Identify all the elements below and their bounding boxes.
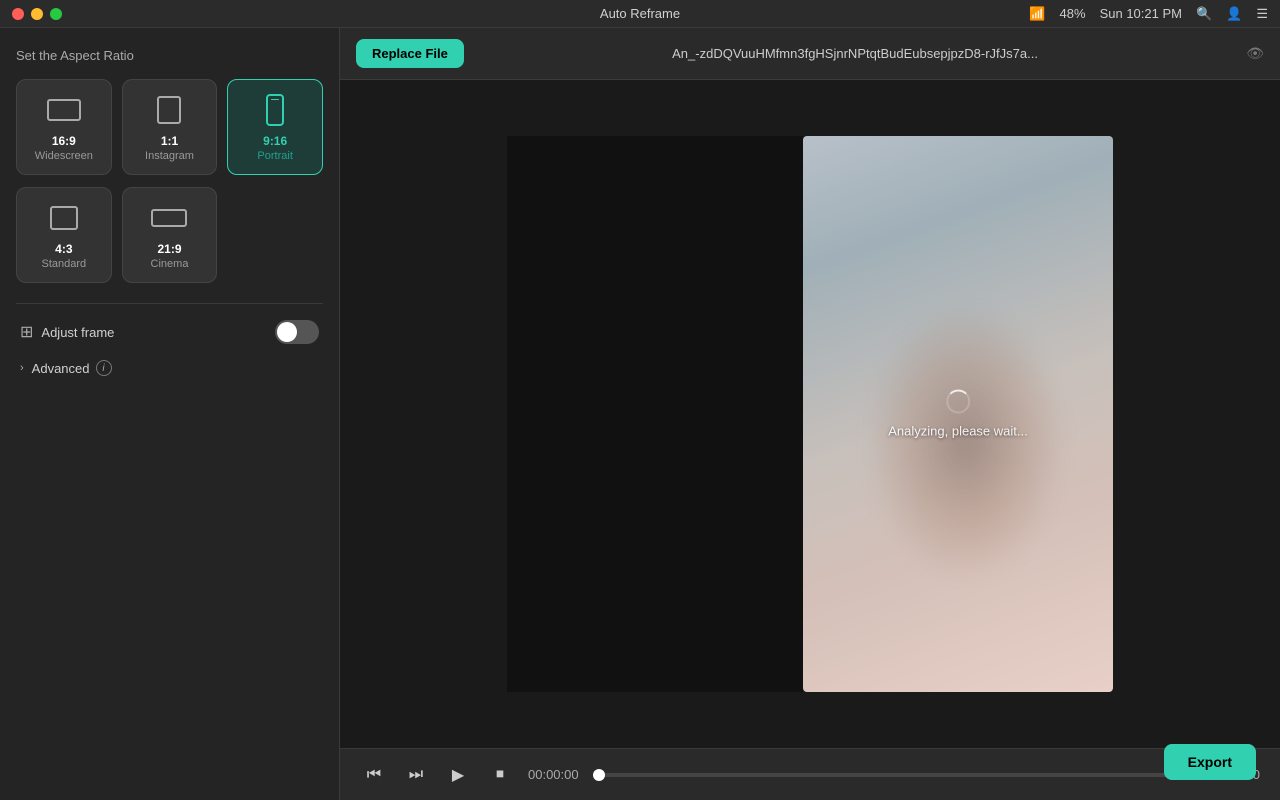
- ar-label-cinema: Cinema: [151, 258, 189, 270]
- title-bar: Auto Reframe 📶 48% Sun 10:21 PM 🔍 👤 ☰: [0, 0, 1280, 28]
- aspect-ratio-grid-row2: 4:3 Standard 21:9 Cinema: [16, 187, 323, 283]
- ar-card-cinema[interactable]: 21:9 Cinema: [122, 187, 218, 283]
- sidebar-divider: [16, 303, 323, 304]
- loading-spinner: [946, 390, 970, 414]
- export-area: Export: [1164, 744, 1256, 780]
- cinema-icon: [151, 209, 187, 227]
- step-forward-button[interactable]: ⏭: [402, 761, 430, 789]
- replace-file-button[interactable]: Replace File: [356, 39, 464, 68]
- ar-ratio-cinema: 21:9: [157, 242, 181, 256]
- ar-card-standard[interactable]: 4:3 Standard: [16, 187, 112, 283]
- adjust-frame-label: Adjust frame: [41, 325, 275, 340]
- analyzing-container: Analyzing, please wait...: [888, 390, 1027, 439]
- ar-label-widescreen: Widescreen: [35, 150, 93, 162]
- adjust-frame-row: ⊞ Adjust frame: [16, 320, 323, 344]
- info-icon[interactable]: i: [96, 360, 112, 376]
- playback-bar: ⏮ ⏭ ▶ ⏹ 00:00:00 00:00:00: [340, 748, 1280, 800]
- sidebar: Set the Aspect Ratio 16:9 Widescreen 1:1…: [0, 28, 340, 800]
- battery-text: 48%: [1060, 6, 1086, 21]
- ar-card-widescreen[interactable]: 16:9 Widescreen: [16, 79, 112, 175]
- filename-display: An_-zdDQVuuHMfmn3fgHSjnrNPtqtBudEubsepjp…: [476, 46, 1234, 61]
- portrait-icon: [266, 94, 284, 126]
- ar-card-portrait[interactable]: 9:16 Portrait: [227, 79, 323, 175]
- app-title: Auto Reframe: [600, 6, 680, 21]
- play-button[interactable]: ▶: [444, 761, 472, 789]
- ar-card-instagram[interactable]: 1:1 Instagram: [122, 79, 218, 175]
- advanced-label: Advanced: [32, 361, 90, 376]
- avatar-icon: 👤: [1226, 6, 1242, 22]
- video-left-panel: [507, 136, 803, 692]
- widescreen-icon: [47, 99, 81, 121]
- ar-ratio-widescreen: 16:9: [52, 134, 76, 148]
- traffic-lights: [12, 8, 62, 20]
- ar-icon-instagram-container: [157, 92, 181, 128]
- ar-icon-portrait-container: [266, 92, 284, 128]
- ar-ratio-portrait: 9:16: [263, 134, 287, 148]
- ar-icon-cinema-container: [151, 200, 187, 236]
- ar-label-standard: Standard: [42, 258, 87, 270]
- aspect-ratio-heading: Set the Aspect Ratio: [16, 48, 323, 63]
- rewind-button[interactable]: ⏮: [360, 761, 388, 789]
- content-area: Replace File An_-zdDQVuuHMfmn3fgHSjnrNPt…: [340, 28, 1280, 800]
- ar-icon-widescreen-container: [47, 92, 81, 128]
- ar-ratio-instagram: 1:1: [161, 134, 178, 148]
- instagram-icon: [157, 96, 181, 124]
- search-icon[interactable]: 🔍: [1196, 6, 1212, 22]
- stop-button[interactable]: ⏹: [486, 761, 514, 789]
- title-bar-right: 📶 48% Sun 10:21 PM 🔍 👤 ☰: [1029, 6, 1268, 22]
- video-main-frame: Analyzing, please wait...: [803, 136, 1113, 692]
- ar-ratio-standard: 4:3: [55, 242, 72, 256]
- standard-icon: [50, 206, 78, 230]
- ar-icon-standard-container: [50, 200, 78, 236]
- minimize-button[interactable]: [31, 8, 43, 20]
- close-button[interactable]: [12, 8, 24, 20]
- content-topbar: Replace File An_-zdDQVuuHMfmn3fgHSjnrNPt…: [340, 28, 1280, 80]
- menu-icon[interactable]: ☰: [1256, 6, 1268, 22]
- figure-blur: [865, 303, 1067, 581]
- main-layout: Set the Aspect Ratio 16:9 Widescreen 1:1…: [0, 28, 1280, 800]
- current-time: 00:00:00: [528, 767, 579, 782]
- ar-label-portrait: Portrait: [257, 150, 292, 162]
- video-preview: Analyzing, please wait...: [340, 80, 1280, 748]
- advanced-row[interactable]: › Advanced i: [16, 360, 323, 376]
- chevron-right-icon: ›: [20, 362, 24, 374]
- export-button[interactable]: Export: [1164, 744, 1256, 780]
- maximize-button[interactable]: [50, 8, 62, 20]
- datetime-text: Sun 10:21 PM: [1100, 6, 1182, 21]
- adjust-frame-toggle[interactable]: [275, 320, 319, 344]
- eye-slash-icon[interactable]: 👁: [1246, 45, 1264, 62]
- timeline-handle[interactable]: [593, 769, 605, 781]
- wifi-icon: 📶: [1029, 6, 1045, 22]
- aspect-ratio-grid-row1: 16:9 Widescreen 1:1 Instagram 9:16 Portr…: [16, 79, 323, 175]
- ar-label-instagram: Instagram: [145, 150, 194, 162]
- analyzing-text: Analyzing, please wait...: [888, 424, 1027, 439]
- timeline-track[interactable]: [593, 773, 1196, 777]
- adjust-frame-icon: ⊞: [20, 322, 33, 342]
- toggle-thumb: [277, 322, 297, 342]
